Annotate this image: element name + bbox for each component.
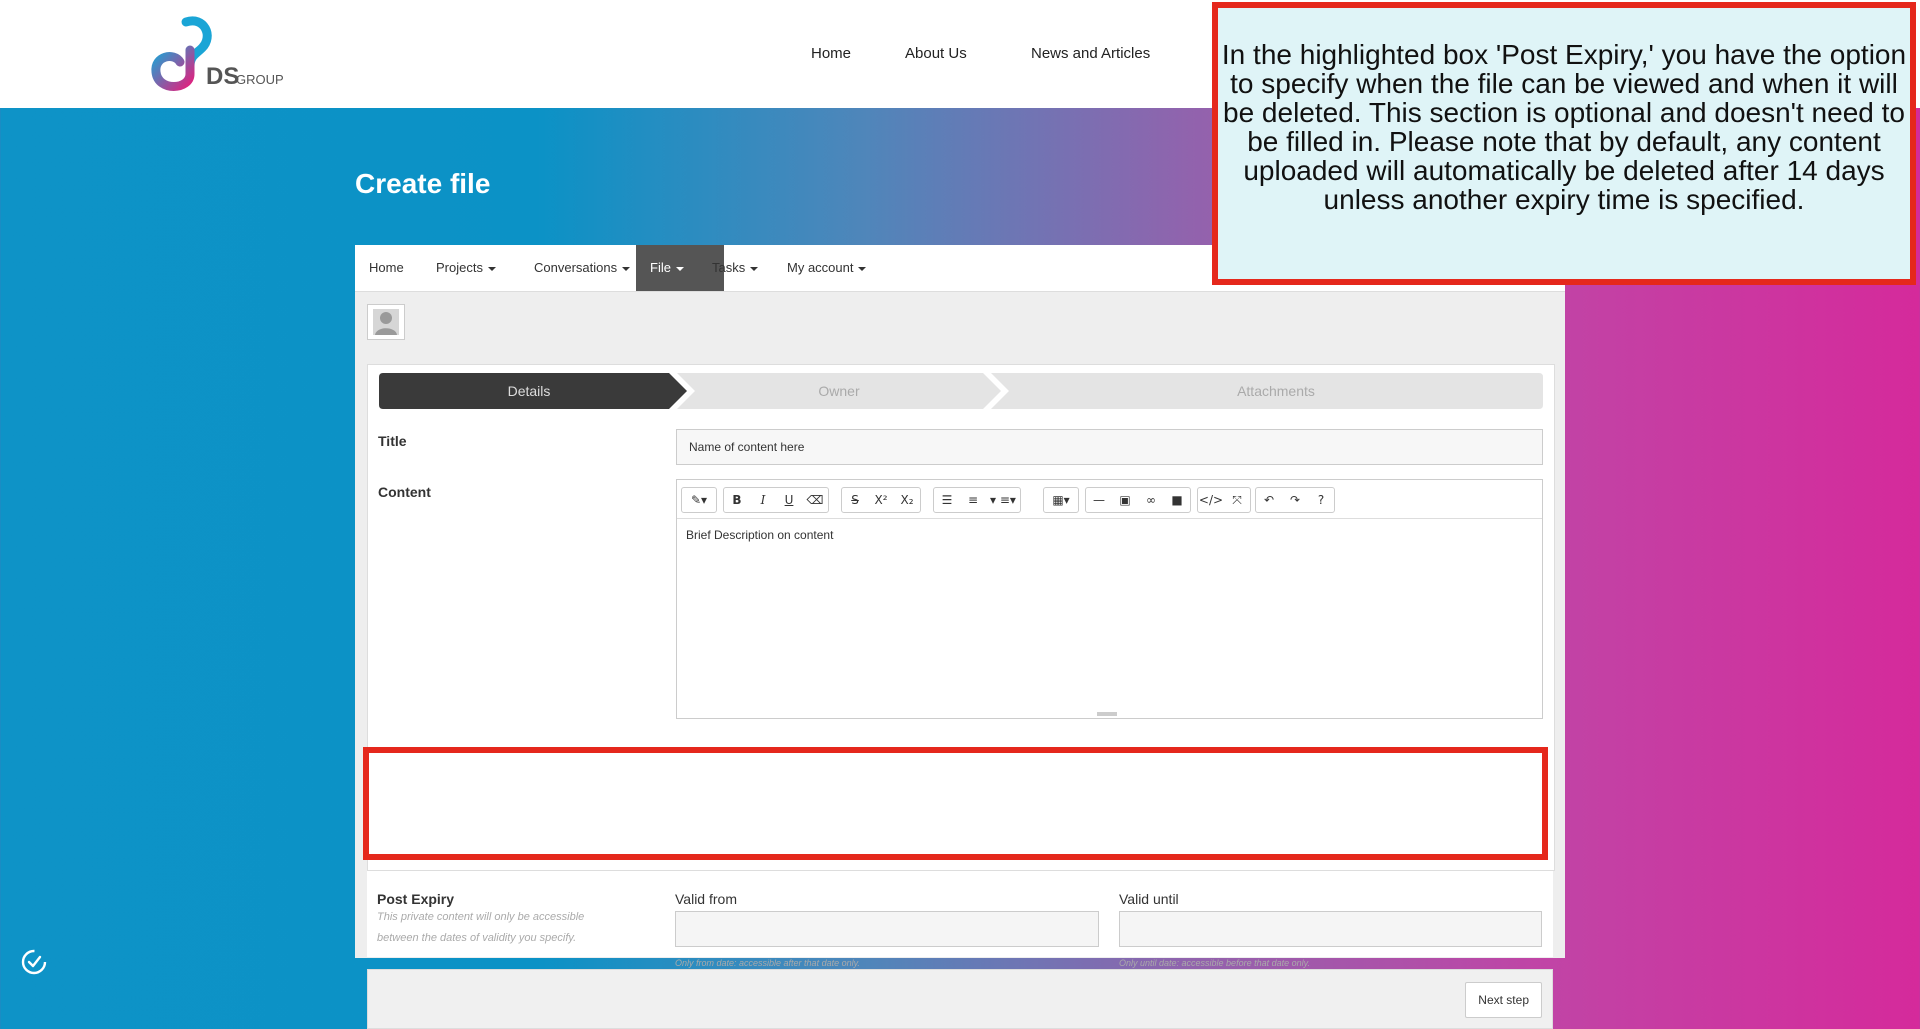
wizard-steps: Details Owner Attachments [379,373,1543,409]
table-icon[interactable]: ▦▾ [1044,488,1078,512]
subscript-icon[interactable]: X₂ [894,488,920,512]
valid-from-label: Valid from [675,891,737,907]
toolbar-group-insert: — ▣ ∞ ■ [1085,487,1191,513]
caret-down-icon [858,266,867,271]
step-details[interactable]: Details [379,373,679,409]
editor-body-text[interactable]: Brief Description on content [686,528,833,542]
nav-home-link[interactable]: Home [811,45,851,62]
form-footer: Next step [367,969,1553,1029]
menu-my-account[interactable]: My account [773,245,880,291]
title-label: Title [378,433,407,449]
user-silhouette-icon [373,309,399,335]
help-icon[interactable]: ? [1308,488,1334,512]
align-icon[interactable]: ▾ ≡▾ [986,488,1020,512]
toolbar-group-table: ▦▾ [1043,487,1079,513]
ds-group-logo[interactable]: DS GROUP [150,14,310,96]
italic-icon[interactable]: I [750,488,776,512]
page-title: Create file [355,168,491,199]
menu-home[interactable]: Home [355,245,418,291]
avatar[interactable] [367,304,405,340]
post-expiry-highlight [363,747,1548,860]
nav-news-link[interactable]: News and Articles [1031,45,1150,62]
step-attachments[interactable]: Attachments [1009,373,1543,409]
menu-conversations[interactable]: Conversations [520,245,644,291]
video-icon[interactable]: ■ [1164,488,1190,512]
nav-about-link[interactable]: About Us [905,45,967,62]
menu-projects-label: Projects [436,260,483,275]
toolbar-group-view: </> ⤧ [1197,487,1251,513]
valid-until-input[interactable] [1119,911,1542,947]
toolbar-group-para: ☰ ≡ ▾ ≡▾ [933,487,1021,513]
title-input[interactable]: Name of content here [676,429,1543,465]
link-icon[interactable]: ∞ [1138,488,1164,512]
code-view-icon[interactable]: </> [1198,488,1224,512]
tutorial-callout: In the highlighted box 'Post Expiry,' yo… [1212,2,1916,285]
valid-until-label: Valid until [1119,891,1179,907]
caret-down-icon [487,266,496,271]
redo-icon[interactable]: ↷ [1282,488,1308,512]
content-label: Content [378,484,431,500]
menu-tasks-label: Tasks [712,260,746,275]
caret-down-icon [750,266,759,271]
valid-until-hint: Only until date: accessible before that … [1119,958,1310,968]
editor-toolbar: ✎▾ B I U ⌫ S X² X₂ ☰ ≡ ▾ ≡▾ ▦▾ — ▣ ∞ ■ <… [677,480,1542,519]
toolbar-group-font: B I U ⌫ [723,487,829,513]
caret-down-icon [622,266,631,271]
valid-from-input[interactable] [675,911,1099,947]
underline-icon[interactable]: U [776,488,802,512]
callout-text: In the highlighted box 'Post Expiry,' yo… [1221,39,1907,215]
logo-text: DS [206,63,239,90]
post-expiry-description: This private content will only be access… [377,911,585,944]
numbered-list-icon[interactable]: ≡ [960,488,986,512]
menu-conversations-label: Conversations [534,260,618,275]
post-expiry-section: Post Expiry This private content will on… [367,871,1553,968]
bullet-list-icon[interactable]: ☰ [934,488,960,512]
menu-file-label: File [650,260,671,275]
strikethrough-icon[interactable]: S [842,488,868,512]
fullscreen-icon[interactable]: ⤧ [1224,488,1250,512]
toolbar-group-style: ✎▾ [681,487,717,513]
image-icon[interactable]: ▣ [1112,488,1138,512]
menu-projects[interactable]: Projects [422,245,510,291]
menu-tasks[interactable]: Tasks [698,245,772,291]
accessibility-icon[interactable] [20,948,48,976]
post-expiry-label: Post Expiry [377,891,455,907]
horizontal-rule-icon[interactable]: — [1086,488,1112,512]
toolbar-group-history: ↶ ↷ ? [1255,487,1335,513]
editor-resize-handle[interactable] [1097,712,1117,716]
toolbar-group-script: S X² X₂ [841,487,921,513]
eraser-icon[interactable]: ⌫ [802,488,828,512]
menu-home-label: Home [369,260,404,275]
undo-icon[interactable]: ↶ [1256,488,1282,512]
menu-my-account-label: My account [787,260,854,275]
magic-wand-icon[interactable]: ✎▾ [682,488,716,512]
content-editor[interactable]: ✎▾ B I U ⌫ S X² X₂ ☰ ≡ ▾ ≡▾ ▦▾ — ▣ ∞ ■ <… [676,479,1543,719]
superscript-icon[interactable]: X² [868,488,894,512]
valid-from-hint: Only from date: accessible after that da… [675,958,860,968]
logo-subtext: GROUP [236,72,284,87]
bold-icon[interactable]: B [724,488,750,512]
caret-down-icon [675,266,684,271]
step-owner[interactable]: Owner [689,373,989,409]
next-step-button[interactable]: Next step [1465,982,1542,1018]
